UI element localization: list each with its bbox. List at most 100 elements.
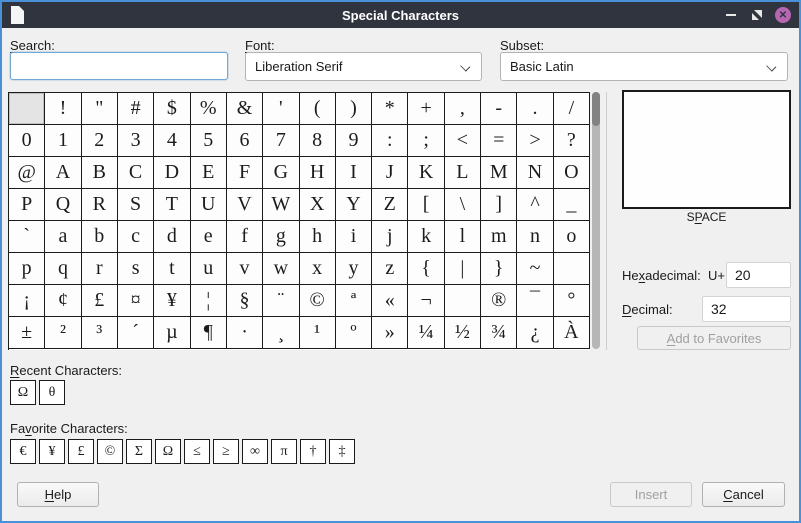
- char-cell[interactable]: ¨: [263, 285, 299, 317]
- char-cell[interactable]: C: [118, 157, 154, 189]
- char-cell[interactable]: ^: [517, 189, 553, 221]
- char-cell[interactable]: ≤: [184, 439, 210, 464]
- char-cell[interactable]: O: [554, 157, 590, 189]
- char-cell[interactable]: ¹: [300, 317, 336, 349]
- char-cell[interactable]: ": [82, 93, 118, 125]
- char-cell[interactable]: S: [118, 189, 154, 221]
- char-cell[interactable]: ½: [445, 317, 481, 349]
- close-button[interactable]: ✕: [775, 7, 791, 23]
- char-cell[interactable]: Ω: [10, 380, 36, 405]
- char-cell[interactable]: G: [263, 157, 299, 189]
- char-cell[interactable]: c: [118, 221, 154, 253]
- char-cell[interactable]: i: [336, 221, 372, 253]
- char-cell[interactable]: =: [481, 125, 517, 157]
- char-cell[interactable]: ?: [554, 125, 590, 157]
- char-cell[interactable]: µ: [154, 317, 190, 349]
- char-cell[interactable]: X: [300, 189, 336, 221]
- char-cell[interactable]: ∞: [242, 439, 268, 464]
- char-cell[interactable]: f: [227, 221, 263, 253]
- char-cell[interactable]: *: [372, 93, 408, 125]
- char-cell[interactable]: a: [45, 221, 81, 253]
- char-cell[interactable]: [445, 285, 481, 317]
- char-cell[interactable]: y: [336, 253, 372, 285]
- decimal-input[interactable]: [702, 296, 791, 322]
- char-cell[interactable]: ·: [227, 317, 263, 349]
- char-cell[interactable]: }: [481, 253, 517, 285]
- char-cell[interactable]: n: [517, 221, 553, 253]
- char-cell[interactable]: j: [372, 221, 408, 253]
- char-cell[interactable]: ~: [517, 253, 553, 285]
- add-to-favorites-button[interactable]: Add to Favorites: [637, 326, 791, 350]
- char-cell[interactable]: ‡: [329, 439, 355, 464]
- char-cell[interactable]: [: [408, 189, 444, 221]
- char-cell[interactable]: ¬: [408, 285, 444, 317]
- cancel-button[interactable]: Cancel: [702, 482, 785, 507]
- char-cell[interactable]: !: [45, 93, 81, 125]
- char-cell[interactable]: ©: [300, 285, 336, 317]
- char-cell[interactable]: ': [263, 93, 299, 125]
- char-cell[interactable]: W: [263, 189, 299, 221]
- char-cell[interactable]: 7: [263, 125, 299, 157]
- search-input[interactable]: [10, 52, 228, 80]
- char-cell[interactable]: <: [445, 125, 481, 157]
- char-cell[interactable]: ©: [97, 439, 123, 464]
- char-cell[interactable]: \: [445, 189, 481, 221]
- char-cell[interactable]: p: [9, 253, 45, 285]
- char-cell[interactable]: w: [263, 253, 299, 285]
- char-cell[interactable]: [9, 93, 45, 125]
- char-cell[interactable]: ¸: [263, 317, 299, 349]
- char-cell[interactable]: l: [445, 221, 481, 253]
- char-cell[interactable]: ]: [481, 189, 517, 221]
- char-cell[interactable]: «: [372, 285, 408, 317]
- char-cell[interactable]: b: [82, 221, 118, 253]
- char-cell[interactable]: B: [82, 157, 118, 189]
- char-cell[interactable]: `: [9, 221, 45, 253]
- char-cell[interactable]: s: [118, 253, 154, 285]
- char-cell[interactable]: ®: [481, 285, 517, 317]
- scrollbar-thumb[interactable]: [592, 92, 600, 126]
- char-cell[interactable]: ´: [118, 317, 154, 349]
- char-cell[interactable]: ¿: [517, 317, 553, 349]
- char-cell[interactable]: +: [408, 93, 444, 125]
- char-cell[interactable]: ¶: [191, 317, 227, 349]
- char-cell[interactable]: q: [45, 253, 81, 285]
- char-cell[interactable]: ³: [82, 317, 118, 349]
- char-cell[interactable]: 4: [154, 125, 190, 157]
- char-cell[interactable]: ¼: [408, 317, 444, 349]
- font-select[interactable]: Liberation Serif: [245, 52, 482, 81]
- char-cell[interactable]: v: [227, 253, 263, 285]
- char-cell[interactable]: .: [517, 93, 553, 125]
- char-cell[interactable]: 5: [191, 125, 227, 157]
- char-cell[interactable]: J: [372, 157, 408, 189]
- char-cell[interactable]: #: [118, 93, 154, 125]
- char-cell[interactable]: (: [300, 93, 336, 125]
- char-cell[interactable]: V: [227, 189, 263, 221]
- char-cell[interactable]: o: [554, 221, 590, 253]
- char-cell[interactable]: †: [300, 439, 326, 464]
- char-cell[interactable]: t: [154, 253, 190, 285]
- char-cell[interactable]: ¦: [191, 285, 227, 317]
- char-cell[interactable]: π: [271, 439, 297, 464]
- char-cell[interactable]: H: [300, 157, 336, 189]
- char-cell[interactable]: À: [554, 317, 590, 349]
- char-cell[interactable]: R: [82, 189, 118, 221]
- char-cell[interactable]: P: [9, 189, 45, 221]
- char-cell[interactable]: ª: [336, 285, 372, 317]
- restore-button[interactable]: [749, 7, 765, 23]
- char-cell[interactable]: e: [191, 221, 227, 253]
- char-cell[interactable]: U: [191, 189, 227, 221]
- char-cell[interactable]: {: [408, 253, 444, 285]
- char-cell[interactable]: º: [336, 317, 372, 349]
- char-cell[interactable]: ,: [445, 93, 481, 125]
- char-cell[interactable]: 0: [9, 125, 45, 157]
- char-cell[interactable]: I: [336, 157, 372, 189]
- char-cell[interactable]: D: [154, 157, 190, 189]
- char-cell[interactable]: g: [263, 221, 299, 253]
- char-cell[interactable]: T: [154, 189, 190, 221]
- char-cell[interactable]: ¾: [481, 317, 517, 349]
- char-cell[interactable]: Ω: [155, 439, 181, 464]
- char-cell[interactable]: L: [445, 157, 481, 189]
- char-cell[interactable]: k: [408, 221, 444, 253]
- char-cell[interactable]: 9: [336, 125, 372, 157]
- char-cell[interactable]: d: [154, 221, 190, 253]
